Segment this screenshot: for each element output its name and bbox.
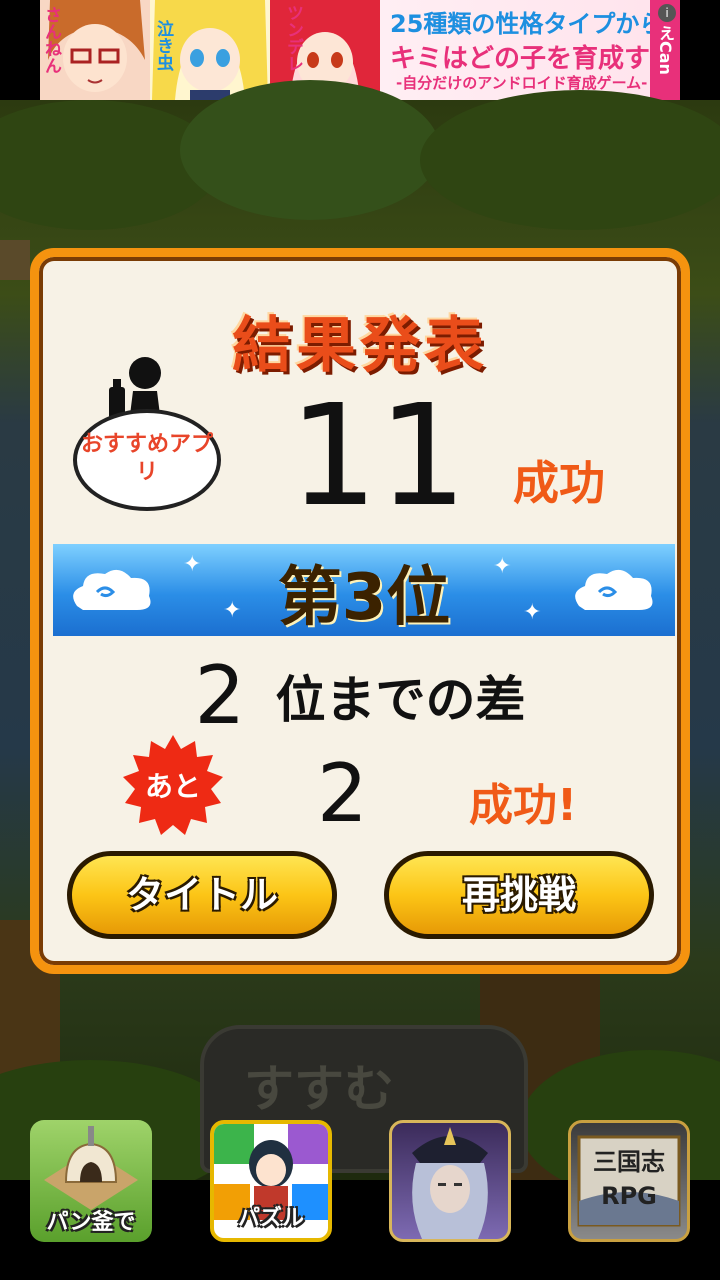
app-icon-samurai[interactable] (389, 1120, 511, 1242)
app-icon-bread-oven[interactable]: パン釜で (30, 1120, 152, 1242)
remaining-unit: 成功! (469, 780, 578, 831)
app-label: パン釜で (46, 1210, 136, 1235)
app-label: パズル (237, 1206, 304, 1231)
ad-char-label-2: 泣き虫 (153, 20, 173, 71)
gap-row: 2 位までの差 (39, 649, 681, 742)
rank-text: 第3位 (277, 561, 451, 635)
ad-headline-1: 25種類の性格タイプから (390, 10, 664, 38)
title-button[interactable]: タイトル (67, 851, 337, 939)
ad-info-icon[interactable]: i (658, 4, 676, 22)
app-icon-puzzle[interactable]: パズル (210, 1120, 332, 1242)
remaining-number: 2 (317, 747, 368, 840)
gap-number: 2 (194, 649, 246, 742)
result-dialog: 結果発表 おすすめアプリ 11 成功 ✦ ✦ ✦ ✦ 第3位 2 位までの差 あ… (30, 248, 690, 974)
ad-char-label-3: ツンデレ (283, 4, 303, 72)
title-button-label: タイトル (125, 873, 278, 917)
ad-subline: -自分だけのアンドロイド育成ゲーム- (396, 74, 648, 92)
next-button-label: すすむ (244, 1060, 394, 1118)
score-value: 11 (289, 375, 468, 538)
score-unit: 成功 (513, 456, 605, 510)
gap-label: 位までの差 (275, 670, 526, 729)
rank-banner: ✦ ✦ ✦ ✦ 第3位 (53, 544, 675, 636)
recommend-label: おすすめアプリ (80, 432, 213, 485)
retry-button-label: 再挑戦 (461, 873, 576, 917)
samurai-portrait-icon (412, 1127, 488, 1239)
recommend-apps-button[interactable]: おすすめアプリ (69, 357, 229, 517)
app-icon-sangokushi[interactable]: 三国志RPG (568, 1120, 690, 1242)
remaining-badge-label: あと (144, 770, 201, 803)
ad-headline-2: キミはどの子を育成する? (390, 44, 680, 74)
remaining-badge: あと (123, 735, 223, 835)
retry-button[interactable]: 再挑戦 (384, 851, 654, 939)
app-label: 三国志RPG (593, 1148, 665, 1210)
ad-char-label-1: さんねん (41, 6, 61, 74)
